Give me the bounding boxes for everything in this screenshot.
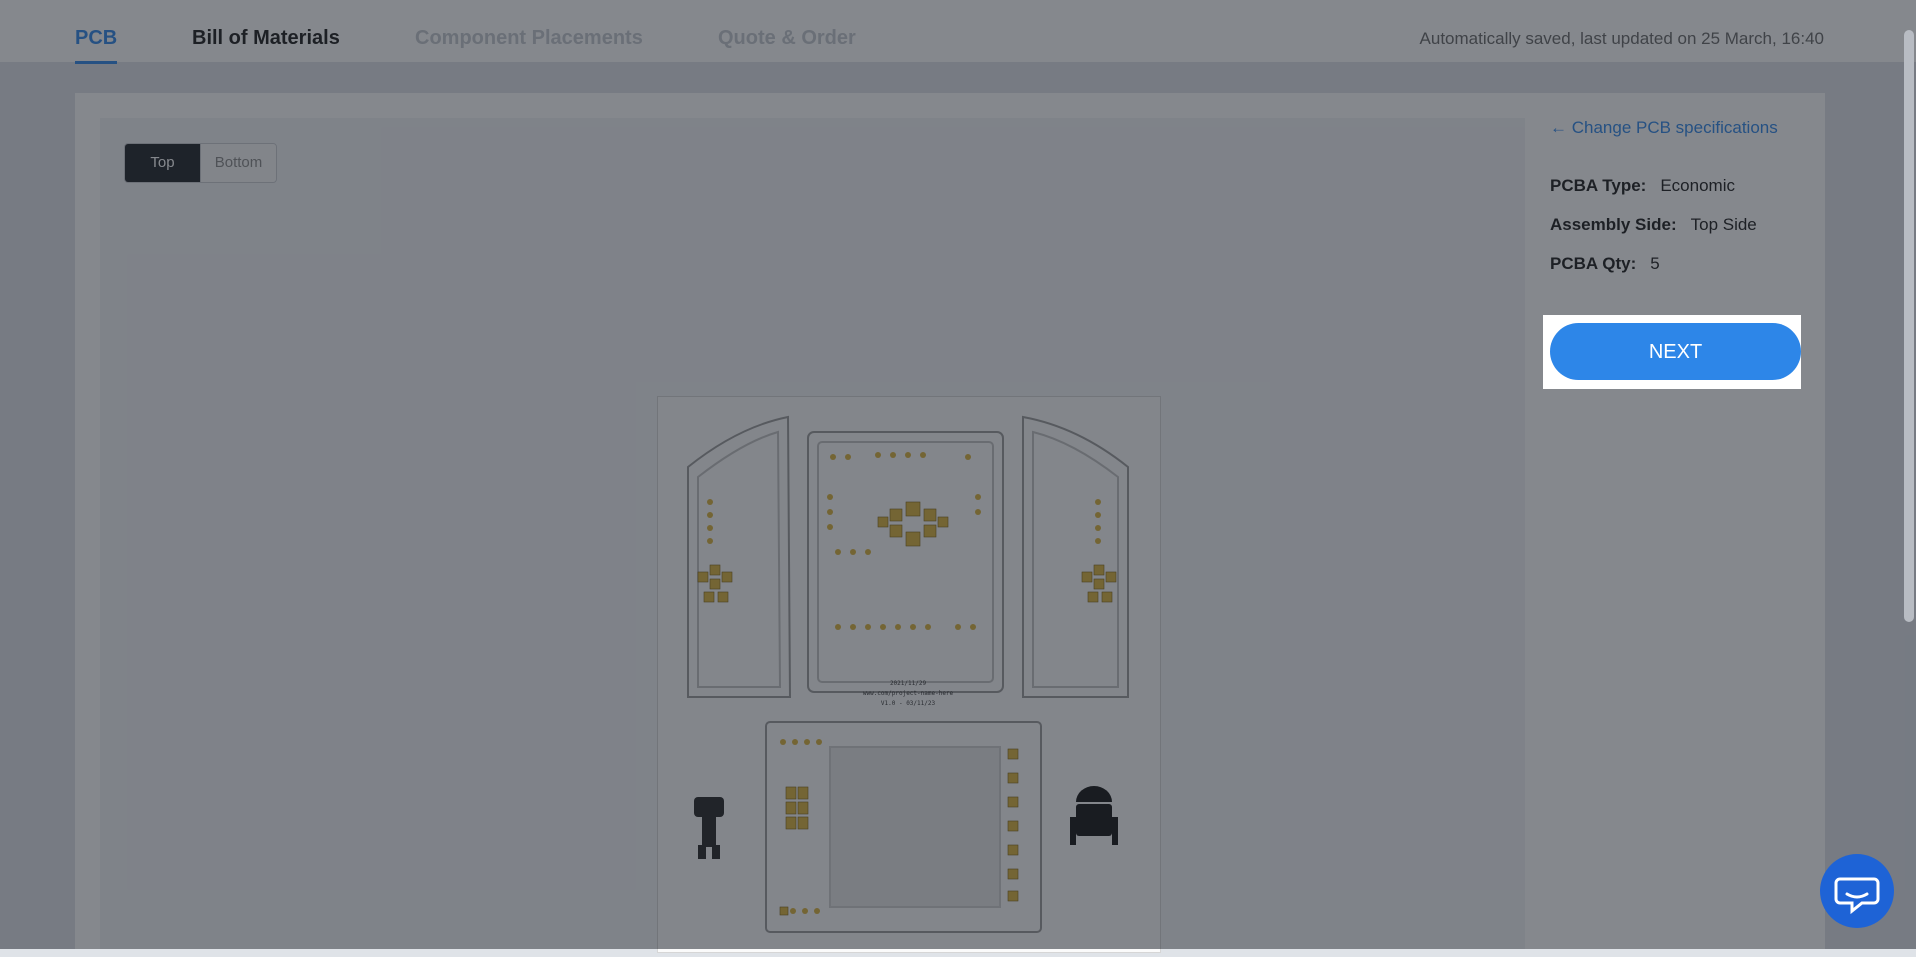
toggle-bottom-button[interactable]: Bottom bbox=[200, 144, 276, 182]
active-tab-underline bbox=[75, 61, 118, 64]
spec-pcba-qty: PCBA Qty: 5 bbox=[1550, 254, 1660, 274]
top-navigation: PCB Bill of Materials Component Placemen… bbox=[0, 0, 1916, 64]
spec-label: PCBA Type: bbox=[1550, 176, 1647, 195]
droid-silkscreen-graphic bbox=[1070, 786, 1118, 845]
side-toggle: Top Bottom bbox=[124, 143, 277, 183]
tab-quote-label: Quote & Order bbox=[718, 27, 856, 49]
tab-quote-order: Quote & Order bbox=[718, 27, 856, 50]
tab-pcb-label: PCB bbox=[75, 27, 118, 49]
change-pcb-specifications-link[interactable]: ← Change PCB specifications bbox=[1550, 118, 1778, 138]
spec-pcba-type: PCBA Type: Economic bbox=[1550, 176, 1735, 196]
spec-value: Economic bbox=[1660, 176, 1735, 195]
spec-value: Top Side bbox=[1690, 215, 1757, 234]
pcb-board-graphic: 2021/11/29 www.com/project-name-here V1.… bbox=[687, 415, 1129, 933]
spec-assembly-side: Assembly Side: Top Side bbox=[1550, 215, 1757, 235]
pcb-viewer: Top Bottom 2021/11/29 www.com/project-na… bbox=[100, 118, 1525, 953]
toggle-top-button[interactable]: Top bbox=[125, 144, 200, 182]
page-scrollbar[interactable] bbox=[1904, 30, 1914, 622]
tab-pcb[interactable]: PCB bbox=[75, 27, 118, 64]
spec-label: Assembly Side: bbox=[1550, 215, 1677, 234]
tab-placements-label: Component Placements bbox=[415, 27, 643, 49]
board-silkscreen-line-3: V1.0 - 03/11/23 bbox=[881, 700, 936, 707]
tab-component-placements: Component Placements bbox=[415, 27, 643, 50]
board-silkscreen-line-1: 2021/11/29 bbox=[890, 680, 927, 687]
tab-bill-of-materials[interactable]: Bill of Materials bbox=[192, 27, 340, 50]
next-button-spotlight: NEXT bbox=[1543, 315, 1801, 389]
robot-silkscreen-graphic bbox=[694, 797, 724, 859]
board-silkscreen-line-2: www.com/project-name-here bbox=[863, 690, 954, 697]
tab-bom-label: Bill of Materials bbox=[192, 27, 340, 49]
next-button[interactable]: NEXT bbox=[1550, 323, 1801, 380]
chat-launcher-button[interactable] bbox=[1820, 854, 1894, 928]
pcb-board-preview: 2021/11/29 www.com/project-name-here V1.… bbox=[657, 396, 1161, 953]
chat-bubble-icon bbox=[1834, 877, 1880, 915]
spec-label: PCBA Qty: bbox=[1550, 254, 1637, 273]
autosave-status: Automatically saved, last updated on 25 … bbox=[1419, 29, 1824, 48]
spec-value: 5 bbox=[1650, 254, 1660, 273]
